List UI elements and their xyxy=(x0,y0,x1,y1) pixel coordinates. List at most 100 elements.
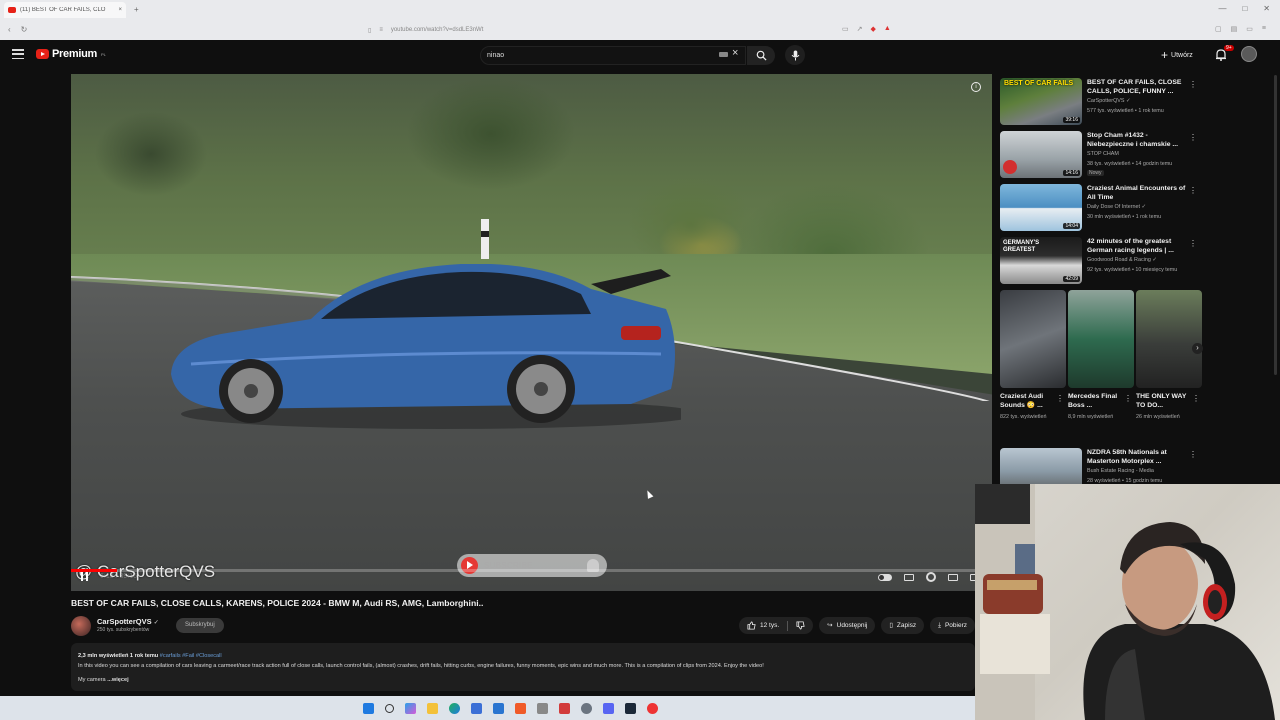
search-input[interactable]: ninao xyxy=(480,46,746,65)
more-options-icon[interactable]: ⋮ xyxy=(1189,240,1197,248)
browser-toolbar: ▢ ▤ ▭ ≡ xyxy=(1215,25,1266,33)
share-page-icon[interactable]: ↗ xyxy=(857,25,863,33)
voice-search-button[interactable] xyxy=(785,45,805,65)
wallet-icon[interactable]: ▭ xyxy=(1246,25,1253,33)
close-window-button[interactable]: ✕ xyxy=(1263,4,1270,13)
more-options-icon[interactable]: ⋮ xyxy=(1189,451,1197,459)
menu-icon[interactable]: ≡ xyxy=(1262,25,1266,33)
store-icon[interactable] xyxy=(470,702,482,714)
file-explorer-icon[interactable] xyxy=(426,702,438,714)
recommendation-item[interactable]: GERMANY'S GREATEST 42:09 42 minutes of th… xyxy=(1000,237,1205,289)
account-avatar[interactable] xyxy=(1241,46,1257,62)
more-options-icon[interactable]: ⋮ xyxy=(1124,394,1132,403)
bookmark-icon[interactable]: ▯ xyxy=(368,27,371,34)
save-button[interactable]: ▯ Zapisz xyxy=(881,617,925,634)
youtube-premium-logo[interactable]: Premium PL xyxy=(36,48,106,60)
recommendation-item[interactable]: 14:16 Stop Cham #1432 - Niebezpieczne i … xyxy=(1000,131,1205,183)
sidebar-icon[interactable]: ▤ xyxy=(1231,25,1238,33)
more-options-icon[interactable]: ⋮ xyxy=(1189,81,1197,89)
recommendation-title: Craziest Animal Encounters of All Time xyxy=(1087,185,1186,201)
extension-icon[interactable]: ▢ xyxy=(1215,25,1222,33)
pause-icon[interactable] xyxy=(81,572,88,581)
address-bar[interactable]: ▯ ≡ youtube.com/watch?v=dsdLE3nWt xyxy=(368,22,908,38)
hamburger-menu-icon[interactable] xyxy=(12,49,24,59)
settings-icon[interactable] xyxy=(580,702,592,714)
taskbar-search-icon[interactable] xyxy=(384,703,394,713)
thumbs-down-icon[interactable] xyxy=(796,621,805,630)
subscribe-button[interactable]: Subskrybuj xyxy=(176,618,224,633)
video-thumbnail[interactable]: BEST OF CAR FAILS 39:16 xyxy=(1000,78,1082,125)
download-button[interactable]: ⤓ Pobierz xyxy=(930,617,975,634)
short-item[interactable]: Craziest Audi Sounds 😳 ... 822 tys. wyśw… xyxy=(1000,290,1066,421)
video-thumbnail[interactable]: 14:16 xyxy=(1000,131,1082,178)
video-thumbnail[interactable]: 14:04 xyxy=(1000,184,1082,231)
miniplayer-icon[interactable] xyxy=(948,573,958,581)
clear-search-icon[interactable]: × xyxy=(732,47,738,59)
short-thumbnail[interactable] xyxy=(1068,290,1134,388)
copilot-icon[interactable] xyxy=(404,702,416,714)
notification-badge: 9+ xyxy=(1224,45,1234,51)
description-hashtags[interactable]: #carfails #Fail #Closecall xyxy=(160,653,222,659)
back-icon[interactable]: ‹ xyxy=(8,25,11,34)
steam-icon[interactable] xyxy=(624,702,636,714)
windows-start-icon[interactable] xyxy=(362,702,374,714)
show-more-link[interactable]: ...więcej xyxy=(107,677,128,683)
video-frame-road-post xyxy=(481,219,489,259)
app-icon[interactable] xyxy=(646,702,658,714)
more-options-icon[interactable]: ⋮ xyxy=(1056,394,1064,403)
short-item[interactable]: THE ONLY WAY TO DO... 26 mln wyświetleń … xyxy=(1136,290,1202,421)
share-label: Udostępnij xyxy=(836,622,868,629)
alert-icon[interactable]: ▲ xyxy=(884,25,891,33)
minimize-button[interactable]: — xyxy=(1218,4,1226,13)
short-item[interactable]: Mercedes Final Boss ... 8,9 mln wyświetl… xyxy=(1068,290,1134,421)
windows-taskbar xyxy=(0,696,975,720)
game-icon[interactable] xyxy=(558,702,570,714)
autoplay-toggle[interactable] xyxy=(878,573,892,581)
share-icon: ↪ xyxy=(827,622,833,629)
more-options-icon[interactable]: ⋮ xyxy=(1192,394,1200,403)
video-thumbnail[interactable]: GERMANY'S GREATEST 42:09 xyxy=(1000,237,1082,284)
discord-icon[interactable] xyxy=(602,702,614,714)
subscriber-count: 250 tys. subskrybentów xyxy=(97,627,150,633)
recommendation-item[interactable]: BEST OF CAR FAILS 39:16 BEST OF CAR FAIL… xyxy=(1000,78,1205,130)
video-info-icon[interactable]: i xyxy=(971,82,981,92)
download-icon: ⤓ xyxy=(938,622,941,629)
browser-tab[interactable]: (11) BEST OF CAR FAILS, CLO × xyxy=(4,1,126,18)
tool-icon[interactable] xyxy=(536,702,548,714)
mail-icon[interactable] xyxy=(492,702,504,714)
subscribe-overlay[interactable]: SUBSCRIBE xyxy=(457,554,607,577)
channel-name[interactable]: CarSpotterQVS ✓ xyxy=(97,617,159,626)
subtitles-icon[interactable] xyxy=(904,573,914,581)
progress-bar[interactable] xyxy=(71,569,992,572)
tab-close-icon[interactable]: × xyxy=(118,7,122,13)
brave-icon[interactable] xyxy=(514,702,526,714)
new-tab-button[interactable]: + xyxy=(134,5,139,14)
search-button[interactable] xyxy=(747,46,775,65)
short-thumbnail[interactable] xyxy=(1136,290,1202,388)
reload-icon[interactable]: ↻ xyxy=(21,25,28,34)
site-info-icon[interactable]: ≡ xyxy=(379,27,383,33)
video-player[interactable]: i @ CarSpotterQVS SUBSCRIBE 6:13 / 39:16 xyxy=(71,74,992,591)
short-thumbnail[interactable] xyxy=(1000,290,1066,388)
like-button[interactable]: 12 tys. xyxy=(739,617,814,634)
create-button[interactable]: + Utwórz xyxy=(1161,48,1193,62)
recommendation-meta: 30 mln wyświetleń • 1 rok temu xyxy=(1087,214,1162,220)
plus-icon: + xyxy=(1161,48,1169,62)
search-value: ninao xyxy=(487,52,505,59)
recommendation-item[interactable]: 14:04 Craziest Animal Encounters of All … xyxy=(1000,184,1205,236)
cast-icon[interactable]: ▭ xyxy=(842,25,849,33)
keyboard-icon[interactable] xyxy=(719,52,728,57)
recommendation-meta: 92 tys. wyświetleń • 10 miesięcy temu xyxy=(1087,267,1178,273)
page-scrollbar[interactable] xyxy=(1274,75,1277,375)
share-button[interactable]: ↪ Udostępnij xyxy=(819,617,876,634)
video-description[interactable]: 2,3 mln wyświetleń 1 rok temu #carfails … xyxy=(71,643,975,691)
more-options-icon[interactable]: ⋮ xyxy=(1189,134,1197,142)
shorts-next-arrow-icon[interactable]: › xyxy=(1192,343,1203,354)
edge-icon[interactable] xyxy=(448,702,460,714)
maximize-button[interactable]: □ xyxy=(1242,4,1247,13)
more-options-icon[interactable]: ⋮ xyxy=(1189,187,1197,195)
channel-avatar[interactable] xyxy=(71,616,91,636)
settings-gear-icon[interactable] xyxy=(926,572,936,582)
shield-icon[interactable]: ◆ xyxy=(871,25,876,33)
webcam-overlay xyxy=(975,484,1280,720)
